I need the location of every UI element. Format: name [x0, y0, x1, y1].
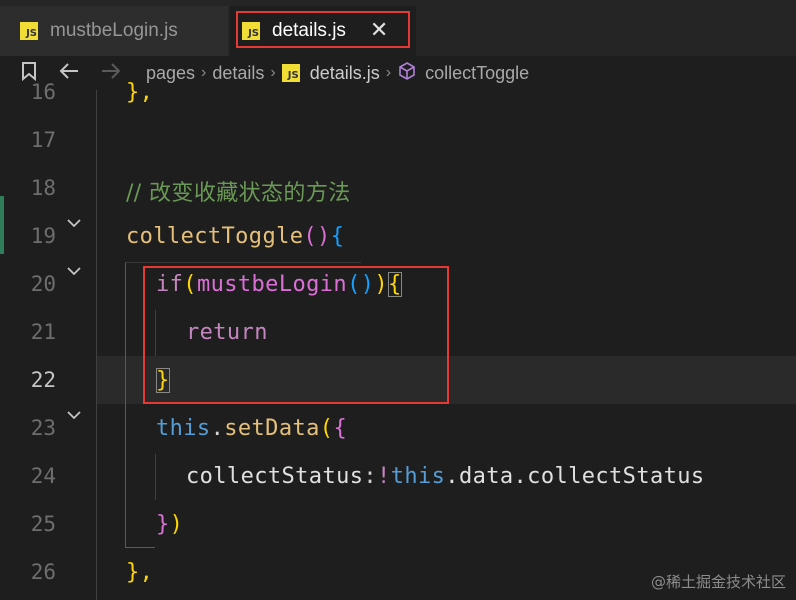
line-number: 19 [30, 224, 56, 248]
line-number: 25 [30, 512, 56, 536]
code-token: }, [126, 560, 154, 585]
code-token: this [390, 464, 446, 489]
js-file-icon: JS [281, 64, 300, 82]
code-line-16[interactable]: }, [126, 80, 153, 105]
tab-highlight-box [236, 11, 410, 48]
code-token: () [303, 224, 331, 249]
line-number: 18 [30, 176, 56, 200]
code-token: collectStatus [186, 464, 364, 489]
code-token: : [363, 464, 378, 489]
code-line-18[interactable]: // 改变收藏状态的方法 [126, 175, 351, 207]
line-number: 24 [30, 464, 56, 488]
breadcrumb-item[interactable]: details.js [310, 63, 380, 84]
code-token: .data.collectStatus [445, 464, 705, 489]
forward-arrow-icon[interactable] [100, 61, 122, 86]
tab-mustbelogin[interactable]: JS mustbeLogin.js [0, 6, 228, 56]
code-token: setData [224, 416, 320, 441]
line-number: 20 [30, 272, 56, 296]
fold-chevron-icon[interactable] [66, 262, 82, 281]
code-line-23[interactable]: this.setData({ [156, 416, 347, 441]
indent-guide [155, 454, 156, 500]
breadcrumb-separator: › [385, 64, 392, 81]
code-highlight-box [143, 266, 449, 404]
code-line-24[interactable]: collectStatus:!this.data.collectStatus [186, 464, 705, 489]
breadcrumb-item[interactable]: collectToggle [425, 63, 529, 84]
fold-chevron-icon[interactable] [66, 214, 82, 233]
breadcrumb: pages › details › JS details.js › collec… [0, 56, 796, 90]
line-number: 17 [30, 128, 56, 152]
method-cube-icon [397, 61, 417, 86]
code-token: }, [126, 80, 154, 105]
scope-bracket-line [125, 262, 361, 263]
code-line-19[interactable]: collectToggle(){ [126, 224, 344, 249]
js-file-icon: JS [20, 22, 38, 40]
tab-label: mustbeLogin.js [50, 20, 178, 41]
breadcrumb-separator: › [201, 64, 207, 81]
code-line-25[interactable]: }) [156, 512, 183, 537]
breadcrumb-item[interactable]: details [212, 63, 264, 84]
line-number: 26 [30, 560, 56, 584]
watermark: @稀土掘金技术社区 [650, 573, 786, 591]
line-number: 21 [30, 320, 56, 344]
indent-guide-active [125, 262, 126, 548]
back-arrow-icon[interactable] [58, 61, 80, 86]
code-token: ) [169, 512, 184, 537]
line-number: 16 [30, 80, 56, 104]
code-token: this [156, 416, 211, 441]
code-token: collectToggle [126, 224, 304, 249]
code-line-26[interactable]: }, [126, 560, 153, 585]
fold-chevron-icon[interactable] [66, 406, 82, 425]
code-token: . [210, 416, 225, 441]
breadcrumb-item[interactable]: pages [146, 63, 195, 84]
code-comment: // 改变收藏状态的方法 [126, 181, 351, 206]
code-token: { [330, 224, 345, 249]
line-number: 23 [30, 416, 56, 440]
scope-bracket-line [125, 547, 155, 548]
code-token: ( [319, 416, 334, 441]
breadcrumb-separator: › [270, 64, 276, 81]
line-number-current: 22 [30, 368, 56, 392]
code-token: { [333, 416, 348, 441]
indent-guide [96, 90, 97, 600]
code-token: ! [377, 464, 391, 489]
tab-bar: JS mustbeLogin.js JS details.js ✕ [0, 0, 796, 56]
code-token: } [156, 512, 170, 537]
